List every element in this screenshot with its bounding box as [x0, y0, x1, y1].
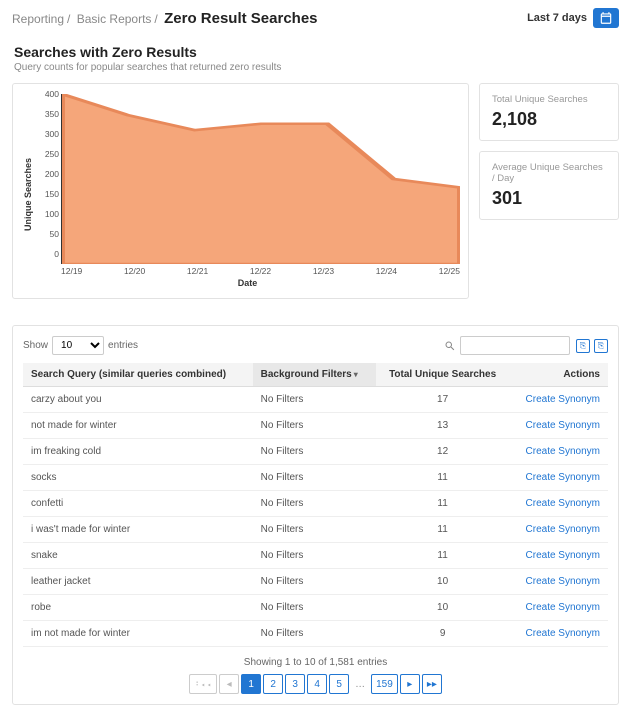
cell-total: 10 — [376, 595, 510, 621]
pagination: ᛬◂◂ ◂ 12345 … 159 ▸ ▸▸ — [23, 674, 608, 694]
crumb-basic-reports[interactable]: Basic Reports — [77, 12, 152, 26]
chart-plot — [62, 94, 460, 264]
stat-total-searches: Total Unique Searches 2,108 — [479, 83, 619, 141]
cell-filters: No Filters — [253, 543, 376, 569]
col-query[interactable]: Search Query (similar queries combined) — [23, 363, 253, 387]
entries-selector: Show 10 entries — [23, 336, 138, 355]
cell-query: not made for winter — [23, 413, 253, 439]
cell-query: carzy about you — [23, 387, 253, 413]
create-synonym-link[interactable]: Create Synonym — [510, 413, 608, 439]
cell-filters: No Filters — [253, 439, 376, 465]
stat-value: 301 — [492, 188, 606, 209]
crumb-reporting[interactable]: Reporting — [12, 12, 64, 26]
page-prev[interactable]: ◂ — [219, 674, 239, 694]
col-total[interactable]: Total Unique Searches — [376, 363, 510, 387]
stat-label: Average Unique Searches / Day — [492, 162, 606, 184]
calendar-icon — [593, 8, 619, 28]
page-4[interactable]: 4 — [307, 674, 327, 694]
cell-query: confetti — [23, 491, 253, 517]
page-2[interactable]: 2 — [263, 674, 283, 694]
search-icon — [444, 340, 456, 352]
table-row: confettiNo Filters11Create Synonym — [23, 491, 608, 517]
search-input[interactable] — [460, 336, 570, 355]
table-row: carzy about youNo Filters17Create Synony… — [23, 387, 608, 413]
chart-card: Unique Searches 400350300250200150100500… — [12, 83, 469, 299]
col-filters[interactable]: Background Filters▾ — [253, 363, 376, 387]
page-last-num[interactable]: 159 — [371, 674, 398, 694]
results-table: Search Query (similar queries combined) … — [23, 363, 608, 647]
chart-yaxis: 400350300250200150100500 — [35, 94, 59, 264]
stat-avg-searches: Average Unique Searches / Day 301 — [479, 151, 619, 220]
table-row: leather jacketNo Filters10Create Synonym — [23, 569, 608, 595]
cell-query: im freaking cold — [23, 439, 253, 465]
cell-total: 13 — [376, 413, 510, 439]
cell-filters: No Filters — [253, 465, 376, 491]
page-last[interactable]: ▸▸ — [422, 674, 442, 694]
col-actions: Actions — [510, 363, 608, 387]
table-row: snakeNo Filters11Create Synonym — [23, 543, 608, 569]
cell-query: robe — [23, 595, 253, 621]
cell-total: 17 — [376, 387, 510, 413]
cell-total: 9 — [376, 621, 510, 647]
cell-filters: No Filters — [253, 491, 376, 517]
cell-total: 11 — [376, 517, 510, 543]
page-size-select[interactable]: 10 — [52, 336, 104, 355]
create-synonym-link[interactable]: Create Synonym — [510, 517, 608, 543]
table-row: socksNo Filters11Create Synonym — [23, 465, 608, 491]
export-icon-1[interactable]: ⎘ — [576, 339, 590, 353]
results-table-section: Show 10 entries ⎘ ⎘ Search Query (simila… — [12, 325, 619, 705]
chart-ylabel: Unique Searches — [21, 94, 35, 294]
crumb-current: Zero Result Searches — [164, 10, 317, 27]
stat-value: 2,108 — [492, 109, 606, 130]
create-synonym-link[interactable]: Create Synonym — [510, 621, 608, 647]
cell-filters: No Filters — [253, 517, 376, 543]
table-info: Showing 1 to 10 of 1,581 entries — [23, 657, 608, 668]
section-subtitle: Query counts for popular searches that r… — [14, 62, 617, 73]
cell-filters: No Filters — [253, 387, 376, 413]
page-3[interactable]: 3 — [285, 674, 305, 694]
cell-query: leather jacket — [23, 569, 253, 595]
chart-xlabel: Date — [35, 278, 460, 288]
cell-filters: No Filters — [253, 413, 376, 439]
page-5[interactable]: 5 — [329, 674, 349, 694]
cell-query: i was't made for winter — [23, 517, 253, 543]
table-row: not made for winterNo Filters13Create Sy… — [23, 413, 608, 439]
cell-total: 11 — [376, 491, 510, 517]
create-synonym-link[interactable]: Create Synonym — [510, 569, 608, 595]
cell-filters: No Filters — [253, 569, 376, 595]
show-label: Show — [23, 340, 48, 351]
page-ellipsis: … — [351, 674, 369, 694]
create-synonym-link[interactable]: Create Synonym — [510, 465, 608, 491]
cell-query: snake — [23, 543, 253, 569]
create-synonym-link[interactable]: Create Synonym — [510, 595, 608, 621]
breadcrumb: Reporting/ Basic Reports/ Zero Result Se… — [12, 10, 318, 27]
cell-filters: No Filters — [253, 595, 376, 621]
table-row: im not made for winterNo Filters9Create … — [23, 621, 608, 647]
section-title: Searches with Zero Results — [14, 44, 617, 60]
entries-label: entries — [108, 340, 138, 351]
table-row: i was't made for winterNo Filters11Creat… — [23, 517, 608, 543]
table-row: im freaking coldNo Filters12Create Synon… — [23, 439, 608, 465]
page-first[interactable]: ᛬◂◂ — [189, 674, 217, 694]
cell-filters: No Filters — [253, 621, 376, 647]
cell-query: socks — [23, 465, 253, 491]
export-icon-2[interactable]: ⎘ — [594, 339, 608, 353]
create-synonym-link[interactable]: Create Synonym — [510, 491, 608, 517]
page-next[interactable]: ▸ — [400, 674, 420, 694]
cell-total: 10 — [376, 569, 510, 595]
cell-total: 11 — [376, 465, 510, 491]
cell-query: im not made for winter — [23, 621, 253, 647]
date-range-label: Last 7 days — [527, 12, 587, 24]
create-synonym-link[interactable]: Create Synonym — [510, 387, 608, 413]
stat-label: Total Unique Searches — [492, 94, 606, 105]
cell-total: 12 — [376, 439, 510, 465]
chart-xaxis: 12/1912/2012/2112/2212/2312/2412/25 — [61, 264, 460, 276]
page-1[interactable]: 1 — [241, 674, 261, 694]
create-synonym-link[interactable]: Create Synonym — [510, 439, 608, 465]
cell-total: 11 — [376, 543, 510, 569]
create-synonym-link[interactable]: Create Synonym — [510, 543, 608, 569]
date-range-picker[interactable]: Last 7 days — [527, 8, 619, 28]
table-row: robeNo Filters10Create Synonym — [23, 595, 608, 621]
